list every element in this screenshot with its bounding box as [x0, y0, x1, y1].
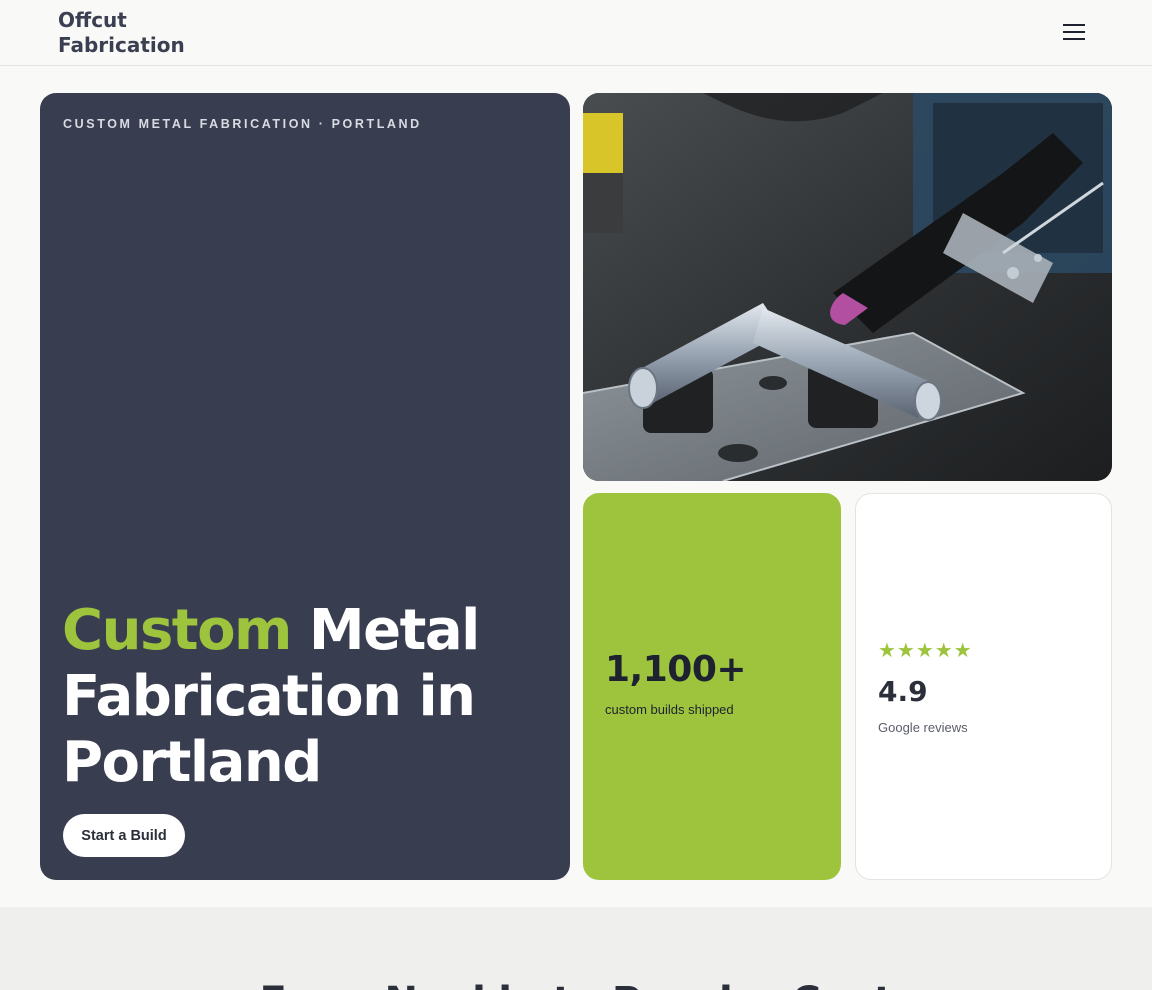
- builds-stat-card: 1,100+ custom builds shipped: [583, 493, 841, 880]
- headline-accent: Custom: [62, 598, 292, 663]
- process-section: From Napkin to Powder Coat: [0, 907, 1152, 990]
- star-rating-icon: ★★★★★: [878, 638, 973, 662]
- reviews-card: ★★★★★ 4.9 Google reviews: [855, 493, 1112, 880]
- hamburger-menu-icon[interactable]: [1060, 20, 1088, 44]
- hero-eyebrow: CUSTOM METAL FABRICATION · PORTLAND: [63, 117, 422, 131]
- menu-bar: [1063, 31, 1085, 33]
- welding-robot-image: [583, 93, 1112, 481]
- welding-photo: [583, 93, 1112, 481]
- logo-line-1: Offcut: [58, 8, 127, 32]
- menu-bar: [1063, 24, 1085, 26]
- hero-headline: Custom Metal Fabrication in Portland: [62, 598, 562, 796]
- rating-value: 4.9: [878, 675, 928, 708]
- hero-card: CUSTOM METAL FABRICATION · PORTLAND Cust…: [40, 93, 570, 880]
- builds-stat-label: custom builds shipped: [605, 702, 734, 717]
- menu-bar: [1063, 38, 1085, 40]
- logo-line-2: Fabrication: [58, 33, 185, 57]
- start-build-button[interactable]: Start a Build: [63, 814, 185, 857]
- builds-stat-value: 1,100+: [605, 649, 747, 690]
- process-section-title: From Napkin to Powder Coat: [0, 979, 1152, 990]
- site-logo[interactable]: Offcut Fabrication: [58, 8, 185, 58]
- site-header: Offcut Fabrication: [0, 0, 1152, 66]
- rating-label: Google reviews: [878, 720, 968, 735]
